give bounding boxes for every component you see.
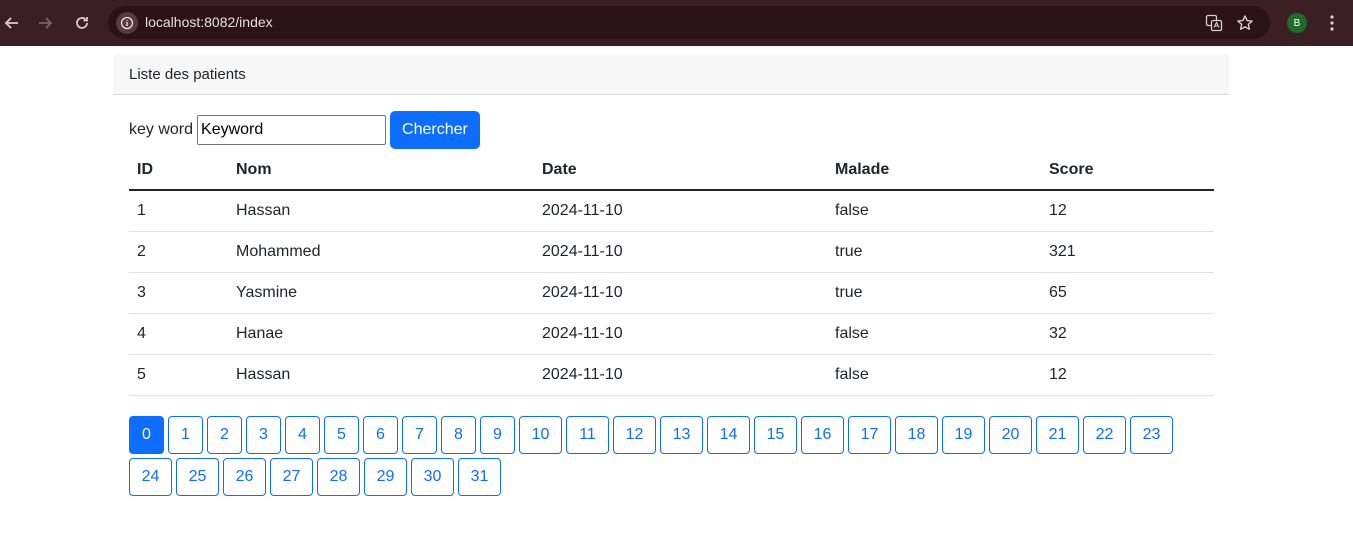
- table-cell-nom: Yasmine: [228, 272, 534, 314]
- page-button-23[interactable]: 23: [1130, 415, 1173, 454]
- table-row: 3 Yasmine 2024-11-10 true 65: [129, 272, 1214, 314]
- bookmark-star-icon[interactable]: [1235, 13, 1255, 33]
- search-form: key word Chercher: [129, 111, 1213, 149]
- page-button-20[interactable]: 20: [989, 415, 1032, 454]
- table-cell-malade: false: [827, 313, 1041, 355]
- column-header-malade: Malade: [827, 151, 1041, 191]
- table-cell-score: 32: [1041, 313, 1214, 355]
- table-row: 1 Hassan 2024-11-10 false 12: [129, 190, 1214, 232]
- page-button-16[interactable]: 16: [801, 415, 844, 454]
- search-button[interactable]: Chercher: [390, 111, 480, 149]
- page-button-17[interactable]: 17: [848, 415, 891, 454]
- page-button-30[interactable]: 30: [411, 457, 454, 496]
- table-cell-score: 321: [1041, 231, 1214, 273]
- profile-avatar[interactable]: B: [1287, 13, 1307, 33]
- page-button-31[interactable]: 31: [458, 457, 501, 496]
- url-text: localhost:8082/index: [145, 14, 273, 30]
- page-button-15[interactable]: 15: [754, 415, 797, 454]
- page-button-24[interactable]: 24: [129, 457, 172, 496]
- page-button-3[interactable]: 3: [246, 415, 281, 454]
- patients-card: Liste des patients key word Chercher IDN…: [113, 54, 1229, 512]
- page-button-2[interactable]: 2: [207, 415, 242, 454]
- column-header-date: Date: [534, 151, 827, 191]
- page-button-29[interactable]: 29: [364, 457, 407, 496]
- page-button-26[interactable]: 26: [223, 457, 266, 496]
- site-info-icon[interactable]: [116, 12, 138, 34]
- table-cell-score: 12: [1041, 190, 1214, 232]
- table-cell-id: 1: [129, 190, 228, 232]
- kebab-menu-icon[interactable]: [1322, 11, 1342, 35]
- table-cell-date: 2024-11-10: [534, 190, 827, 232]
- page-button-8[interactable]: 8: [441, 415, 476, 454]
- page-button-27[interactable]: 27: [270, 457, 313, 496]
- table-cell-score: 65: [1041, 272, 1214, 314]
- table-cell-id: 5: [129, 354, 228, 396]
- card-header: Liste des patients: [113, 54, 1229, 95]
- column-header-id: ID: [129, 151, 228, 191]
- table-row: 4 Hanae 2024-11-10 false 32: [129, 313, 1214, 355]
- column-header-score: Score: [1041, 151, 1214, 191]
- table-cell-nom: Hassan: [228, 190, 534, 232]
- page-button-1[interactable]: 1: [168, 415, 203, 454]
- reload-icon[interactable]: [70, 11, 94, 35]
- page-button-5[interactable]: 5: [324, 415, 359, 454]
- pagination: 0 1 2 3 4 5 6 7 8 9 10 11 12 13 14 15 16 17 18 19 20 21 22 23 24…: [129, 415, 1199, 496]
- page-button-25[interactable]: 25: [176, 457, 219, 496]
- keyword-input[interactable]: [197, 115, 387, 145]
- page-button-28[interactable]: 28: [317, 457, 360, 496]
- column-header-nom: Nom: [228, 151, 534, 191]
- table-body: 1 Hassan 2024-11-10 false 12 2 Mohammed 2024-11…: [129, 190, 1214, 396]
- browser-toolbar: localhost:8082/index B: [0, 0, 1353, 46]
- page-button-12[interactable]: 12: [613, 415, 656, 454]
- table-cell-score: 12: [1041, 354, 1214, 396]
- page-button-4[interactable]: 4: [285, 415, 320, 454]
- table-cell-malade: true: [827, 231, 1041, 273]
- search-label: key word: [129, 121, 194, 138]
- table-cell-date: 2024-11-10: [534, 231, 827, 273]
- table-header-row: ID Nom Date Malade Score: [129, 151, 1214, 191]
- address-bar[interactable]: localhost:8082/index: [108, 6, 1270, 39]
- page-button-6[interactable]: 6: [363, 415, 398, 454]
- table-cell-id: 4: [129, 313, 228, 355]
- patients-table: ID Nom Date Malade Score 1 Hassan 2024-11-10 fa…: [129, 151, 1214, 396]
- table-cell-malade: false: [827, 354, 1041, 396]
- page-button-21[interactable]: 21: [1036, 415, 1079, 454]
- back-arrow-icon[interactable]: [0, 11, 24, 35]
- table-cell-date: 2024-11-10: [534, 354, 827, 396]
- card-body: key word Chercher IDNomDateMaladeScore 1…: [113, 95, 1229, 512]
- table-row: 5 Hassan 2024-11-10 false 12: [129, 354, 1214, 396]
- forward-arrow-icon[interactable]: [33, 11, 57, 35]
- page-button-14[interactable]: 14: [707, 415, 750, 454]
- page-button-19[interactable]: 19: [942, 415, 985, 454]
- table-cell-date: 2024-11-10: [534, 313, 827, 355]
- page-button-18[interactable]: 18: [895, 415, 938, 454]
- page-button-13[interactable]: 13: [660, 415, 703, 454]
- table-cell-malade: true: [827, 272, 1041, 314]
- table-cell-date: 2024-11-10: [534, 272, 827, 314]
- translate-icon[interactable]: [1204, 13, 1224, 33]
- table-cell-nom: Hassan: [228, 354, 534, 396]
- table-cell-id: 3: [129, 272, 228, 314]
- page-button-0[interactable]: 0: [129, 415, 164, 454]
- page-button-22[interactable]: 22: [1083, 415, 1126, 454]
- table-cell-malade: false: [827, 190, 1041, 232]
- page-button-9[interactable]: 9: [480, 415, 515, 454]
- table-cell-nom: Mohammed: [228, 231, 534, 273]
- page-button-11[interactable]: 11: [566, 415, 609, 454]
- table-cell-id: 2: [129, 231, 228, 273]
- page-button-10[interactable]: 10: [519, 415, 562, 454]
- table-row: 2 Mohammed 2024-11-10 true 321: [129, 231, 1214, 273]
- table-cell-nom: Hanae: [228, 313, 534, 355]
- page-button-7[interactable]: 7: [402, 415, 437, 454]
